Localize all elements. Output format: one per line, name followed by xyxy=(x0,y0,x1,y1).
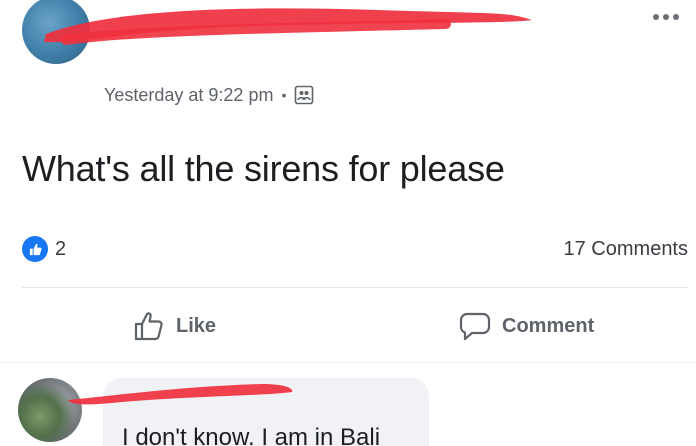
group-privacy-icon xyxy=(295,85,314,105)
post-meta: Yesterday at 9:22 pm • xyxy=(104,82,314,108)
comment-bubble-icon xyxy=(459,312,491,341)
comment-button-label: Comment xyxy=(502,314,595,337)
facebook-post: Yesterday at 9:22 pm • What's all the si… xyxy=(0,0,696,446)
post-timestamp[interactable]: Yesterday at 9:22 pm xyxy=(104,85,273,106)
like-button-label: Like xyxy=(176,314,217,337)
like-count[interactable]: 2 xyxy=(55,238,66,261)
actions-divider xyxy=(22,287,688,288)
more-options-icon[interactable] xyxy=(646,8,686,26)
meta-separator: • xyxy=(281,87,287,103)
comment-button[interactable]: Comment xyxy=(458,306,594,346)
like-reaction-icon[interactable] xyxy=(22,236,48,262)
thumbs-up-icon xyxy=(134,312,163,341)
comments-divider xyxy=(0,362,696,363)
like-button[interactable]: Like xyxy=(132,306,216,346)
author-name-redaction xyxy=(44,8,532,45)
commenter-name-redaction xyxy=(68,384,293,405)
comment-text: I don't know. I am in Bali xyxy=(122,424,381,446)
post-body-text: What's all the sirens for please xyxy=(22,148,505,189)
comments-count-link[interactable]: 17 Comments xyxy=(564,238,689,261)
